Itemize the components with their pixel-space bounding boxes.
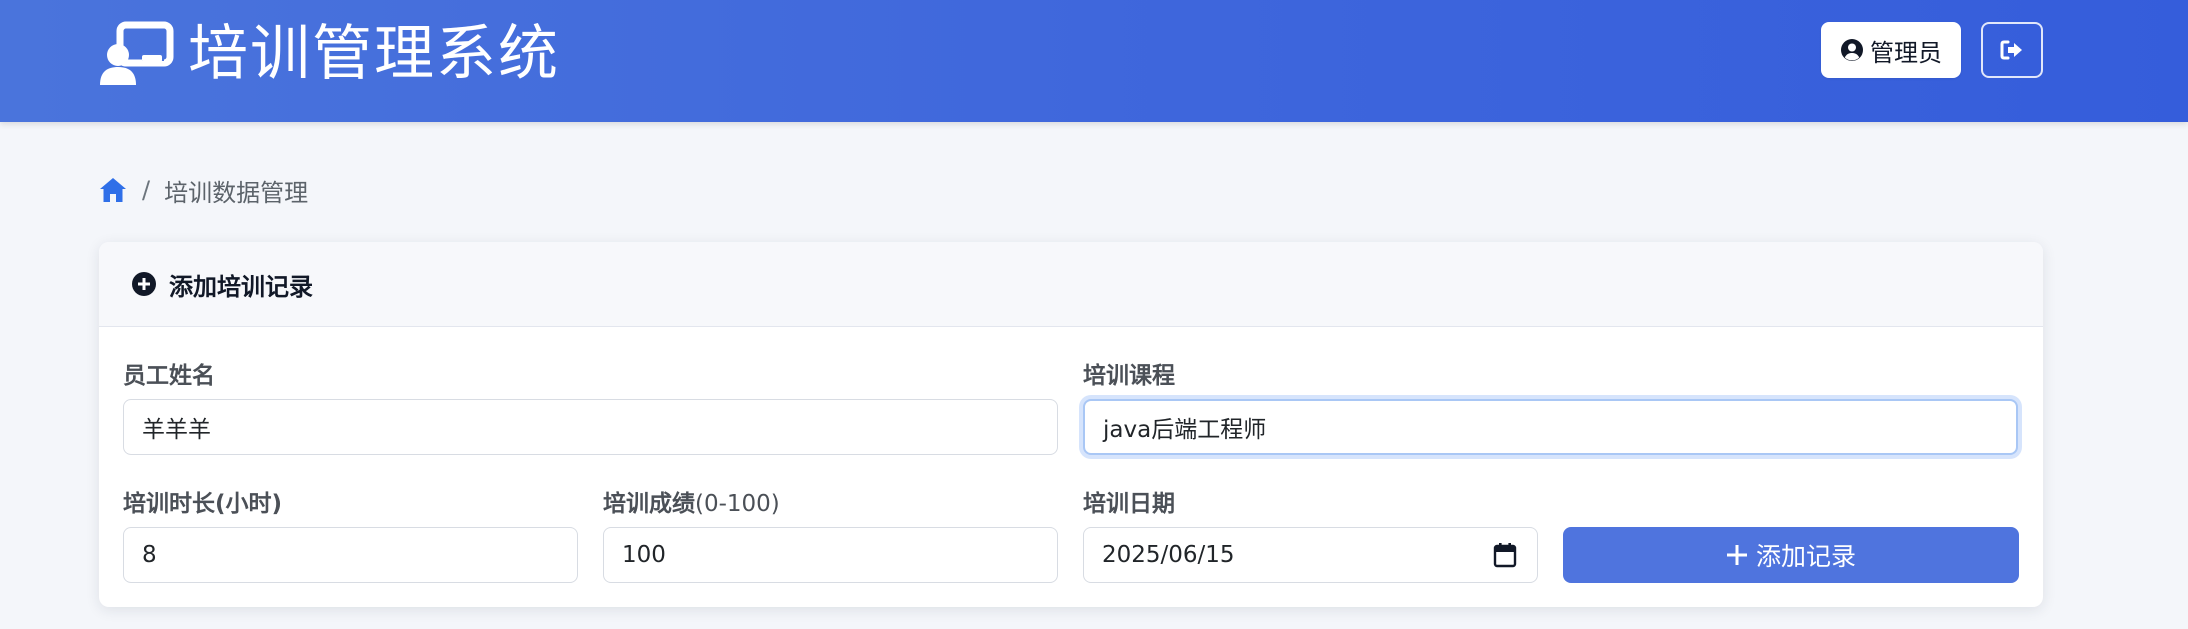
breadcrumb-current: 培训数据管理 xyxy=(164,178,309,207)
date-input[interactable]: 2025/06/15 xyxy=(1083,527,1538,583)
breadcrumb-separator: / xyxy=(142,176,151,204)
score-value: 100 xyxy=(622,542,666,568)
course-input[interactable]: java后端工程师 xyxy=(1083,399,2018,455)
app-title: 培训管理系统 xyxy=(188,19,560,89)
score-label-main: 培训成绩 xyxy=(603,491,695,517)
breadcrumb-home[interactable] xyxy=(98,175,128,205)
duration-value: 8 xyxy=(142,542,157,568)
score-label-range: (0-100) xyxy=(695,491,780,517)
employee-name-value: 羊羊羊 xyxy=(142,417,211,443)
add-record-label: 添加记录 xyxy=(1755,542,1856,571)
course-label: 培训课程 xyxy=(1083,363,1175,389)
add-record-card: 添加培训记录 员工姓名 羊羊羊 培训课程 java后端工程师 培训时长(小时) … xyxy=(99,242,2043,607)
card-title: 添加培训记录 xyxy=(169,272,313,301)
add-record-button[interactable]: 添加记录 xyxy=(1563,527,2019,583)
card-header: 添加培训记录 xyxy=(99,242,2043,327)
date-value: 2025/06/15 xyxy=(1102,542,1235,568)
user-menu-button[interactable]: 管理员 xyxy=(1821,22,1961,78)
duration-label: 培训时长(小时) xyxy=(123,491,283,517)
breadcrumb: / 培训数据管理 xyxy=(98,172,308,208)
top-navbar: 培训管理系统 管理员 xyxy=(0,0,2188,122)
employee-name-label: 员工姓名 xyxy=(123,363,215,389)
date-label: 培训日期 xyxy=(1083,491,1175,517)
sign-out-icon xyxy=(2000,40,2022,60)
plus-circle-icon xyxy=(132,272,156,296)
brand[interactable]: 培训管理系统 xyxy=(98,14,560,94)
user-label: 管理员 xyxy=(1870,38,1942,67)
logout-button[interactable] xyxy=(1981,22,2043,78)
user-circle-icon xyxy=(1841,39,1863,61)
home-icon xyxy=(100,178,126,202)
score-label: 培训成绩(0-100) xyxy=(603,484,780,518)
employee-name-input[interactable]: 羊羊羊 xyxy=(123,399,1058,455)
score-input[interactable]: 100 xyxy=(603,527,1058,583)
course-value: java后端工程师 xyxy=(1103,417,1267,443)
duration-input[interactable]: 8 xyxy=(123,527,578,583)
calendar-icon[interactable] xyxy=(1493,542,1517,568)
plus-icon xyxy=(1726,545,1747,565)
chalkboard-teacher-icon xyxy=(100,21,174,85)
